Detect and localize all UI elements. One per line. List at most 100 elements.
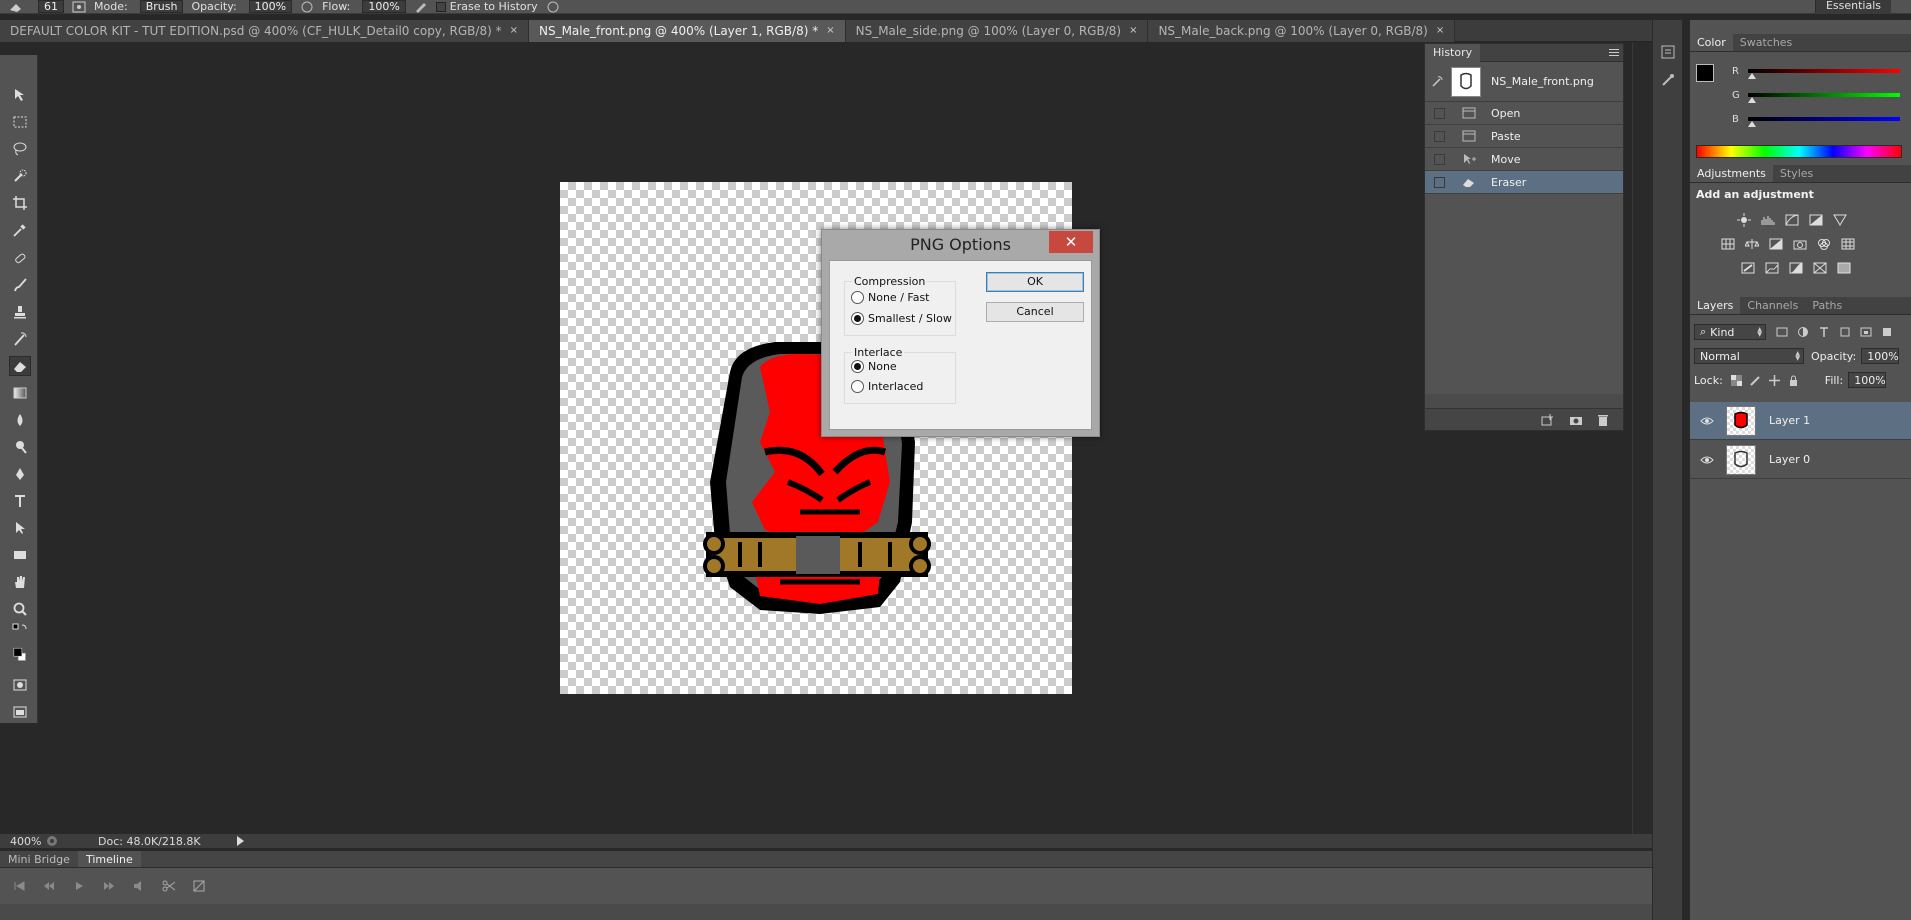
ok-button[interactable]: OK — [986, 272, 1084, 292]
history-item-eraser[interactable]: Eraser — [1425, 171, 1623, 194]
tab-timeline[interactable]: Timeline — [77, 851, 141, 867]
eraser-tool-icon[interactable] — [9, 356, 31, 376]
layer-fill-field[interactable]: 100% — [1848, 372, 1887, 388]
quick-mask-icon[interactable] — [9, 675, 31, 695]
invert-icon[interactable] — [1740, 261, 1756, 275]
history-brush-source-icon[interactable] — [1431, 75, 1443, 88]
exposure-icon[interactable] — [1808, 213, 1824, 227]
blue-slider[interactable]: B 0 — [1732, 110, 1911, 128]
filter-toggle-icon[interactable] — [1881, 326, 1893, 338]
radio-smallest-slow[interactable]: Smallest / Slow — [851, 312, 952, 325]
tab-paths[interactable]: Paths — [1805, 297, 1849, 314]
lock-pixels-icon[interactable] — [1750, 375, 1761, 386]
doc-tab-male-side[interactable]: NS_Male_side.png @ 100% (Layer 0, RGB/8)… — [845, 20, 1149, 42]
selective-color-icon[interactable] — [1812, 261, 1828, 275]
vertical-scrollbar[interactable] — [1632, 43, 1652, 836]
history-item-move[interactable]: Move — [1425, 148, 1623, 171]
brush-size-field[interactable]: 61 — [34, 0, 64, 13]
levels-icon[interactable] — [1760, 213, 1776, 227]
play-icon[interactable] — [64, 876, 94, 896]
radio-interlace-none[interactable]: None — [851, 360, 897, 373]
create-snapshot-icon[interactable] — [1569, 414, 1583, 426]
doc-tab-color-kit[interactable]: DEFAULT COLOR KIT - TUT EDITION.psd @ 40… — [0, 20, 529, 42]
green-slider[interactable]: G 0 — [1732, 86, 1911, 104]
dialog-close-button[interactable]: ✕ — [1049, 231, 1093, 253]
layer-opacity-field[interactable]: 100% — [1861, 348, 1900, 364]
quick-selection-tool-icon[interactable] — [9, 166, 31, 186]
brush-panel-icon[interactable] — [72, 1, 86, 13]
type-tool-icon[interactable] — [9, 491, 31, 511]
adjustment-filter-icon[interactable] — [1797, 326, 1809, 338]
layer-row[interactable]: Layer 1 — [1690, 402, 1911, 440]
lock-all-icon[interactable] — [1788, 375, 1799, 386]
doc-tab-male-back[interactable]: NS_Male_back.png @ 100% (Layer 0, RGB/8)… — [1148, 20, 1456, 42]
type-filter-icon[interactable] — [1818, 326, 1830, 338]
radio-interlaced[interactable]: Interlaced — [851, 380, 923, 393]
lock-position-icon[interactable] — [1768, 374, 1780, 386]
hand-tool-icon[interactable] — [9, 572, 31, 592]
red-slider[interactable]: R 0 — [1732, 62, 1911, 80]
gradient-tool-icon[interactable] — [9, 383, 31, 403]
previous-frame-icon[interactable] — [34, 876, 64, 896]
rectangle-tool-icon[interactable] — [9, 545, 31, 565]
status-menu-arrow-icon[interactable] — [236, 836, 244, 846]
smart-object-filter-icon[interactable] — [1860, 326, 1872, 338]
healing-brush-tool-icon[interactable] — [9, 248, 31, 268]
tab-styles[interactable]: Styles — [1773, 165, 1820, 182]
layer-row[interactable]: Layer 0 — [1690, 441, 1911, 479]
move-tool-icon[interactable] — [9, 85, 31, 105]
brush-tool-icon[interactable] — [9, 275, 31, 295]
blend-mode-select[interactable]: Normal ▲ ▼ — [1694, 348, 1804, 364]
split-clip-icon[interactable] — [154, 876, 184, 896]
close-icon[interactable]: × — [826, 20, 834, 42]
black-white-icon[interactable] — [1768, 237, 1784, 251]
status-settings-icon[interactable] — [46, 835, 58, 847]
lock-transparent-icon[interactable] — [1730, 374, 1742, 386]
close-icon[interactable]: × — [510, 20, 518, 42]
default-colors-icon[interactable] — [9, 621, 31, 641]
tab-layers[interactable]: Layers — [1690, 297, 1741, 314]
pixel-filter-icon[interactable] — [1776, 326, 1788, 338]
panel-menu-icon[interactable] — [1609, 49, 1619, 56]
erase-to-history-checkbox[interactable]: Erase to History — [435, 0, 538, 13]
opacity-field[interactable]: 100% — [245, 0, 293, 13]
eye-icon[interactable] — [1698, 455, 1716, 465]
clone-stamp-tool-icon[interactable] — [9, 302, 31, 322]
close-icon[interactable]: × — [1129, 20, 1137, 42]
brightness-icon[interactable] — [1736, 213, 1752, 227]
marquee-tool-icon[interactable] — [9, 112, 31, 132]
eyedropper-tool-icon[interactable] — [9, 220, 31, 240]
dodge-tool-icon[interactable] — [9, 437, 31, 457]
history-panel-icon[interactable] — [1660, 44, 1676, 60]
close-icon[interactable]: × — [1436, 20, 1444, 42]
pressure-opacity-icon[interactable] — [300, 1, 314, 13]
foreground-color-swatch[interactable] — [1696, 64, 1714, 82]
tab-color[interactable]: Color — [1690, 34, 1733, 51]
tab-swatches[interactable]: Swatches — [1733, 34, 1800, 51]
channel-mixer-icon[interactable] — [1816, 237, 1832, 251]
color-lookup-icon[interactable] — [1840, 237, 1856, 251]
radio-none-fast[interactable]: None / Fast — [851, 291, 930, 304]
curves-icon[interactable] — [1784, 213, 1800, 227]
cancel-button[interactable]: Cancel — [986, 302, 1084, 322]
history-brush-tool-icon[interactable] — [9, 329, 31, 349]
history-item-paste[interactable]: Paste — [1425, 125, 1623, 148]
tab-channels[interactable]: Channels — [1740, 297, 1805, 314]
vibrance-icon[interactable] — [1832, 213, 1848, 227]
pen-tool-icon[interactable] — [9, 464, 31, 484]
pressure-size-icon[interactable] — [546, 1, 560, 13]
hue-saturation-icon[interactable] — [1720, 237, 1736, 251]
lasso-tool-icon[interactable] — [9, 139, 31, 159]
gradient-map-icon[interactable] — [1836, 261, 1852, 275]
next-frame-icon[interactable] — [94, 876, 124, 896]
mode-select[interactable]: Brush — [136, 0, 184, 13]
threshold-icon[interactable] — [1788, 261, 1804, 275]
tab-history[interactable]: History — [1425, 43, 1481, 62]
delete-icon[interactable] — [1597, 414, 1609, 426]
foreground-background-swatch[interactable] — [9, 641, 31, 669]
new-document-from-state-icon[interactable] — [1541, 413, 1555, 426]
doc-tab-male-front[interactable]: NS_Male_front.png @ 400% (Layer 1, RGB/8… — [528, 20, 846, 42]
workspace-switcher[interactable]: Essentials — [1814, 0, 1891, 13]
crop-tool-icon[interactable] — [9, 193, 31, 213]
transition-icon[interactable] — [184, 876, 214, 896]
